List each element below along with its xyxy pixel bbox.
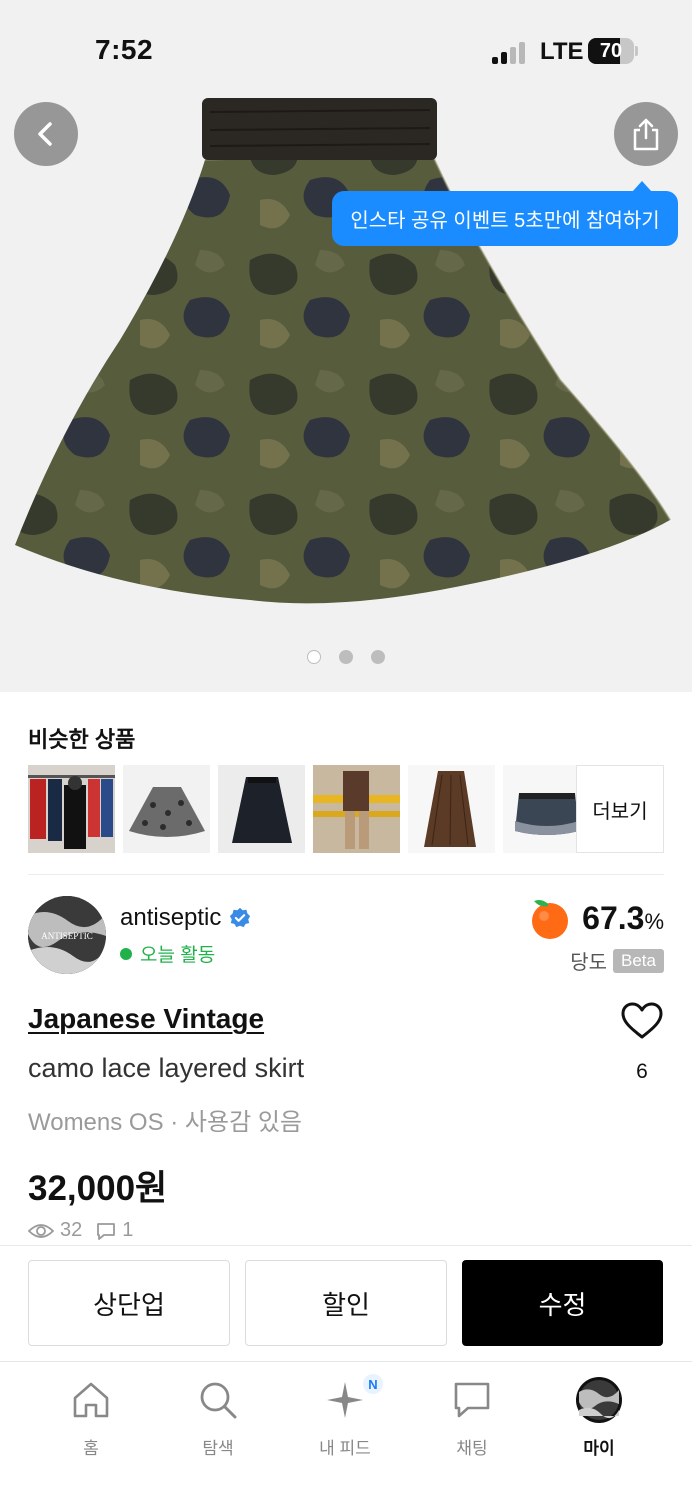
bump-label: 상단업 (93, 1289, 165, 1320)
sparkle-icon (327, 1382, 363, 1418)
tangerine-icon (532, 900, 569, 939)
comment-count: 1 (122, 1219, 134, 1241)
view-count: 32 (60, 1219, 83, 1241)
tab-label: 마이 (583, 1439, 615, 1458)
svg-text:ANTISEPTIC: ANTISEPTIC (41, 931, 93, 941)
tab-label: 홈 (83, 1439, 99, 1458)
seller-name: antiseptic (120, 904, 222, 931)
sweetness-value: 67.3 (582, 899, 645, 936)
brand-link[interactable]: Japanese Vintage (28, 1003, 264, 1035)
share-button[interactable] (614, 102, 678, 166)
clock: 7:52 (95, 34, 154, 65)
action-bar: 상단업 할인 수정 (0, 1245, 692, 1361)
carousel-dot (371, 650, 385, 664)
sweetness-value-wrap: 67.3% (582, 900, 664, 937)
status-bar: 7:52 LTE 70 (0, 0, 692, 100)
share-icon (633, 118, 659, 151)
product-title: camo lace layered skirt (28, 1053, 305, 1083)
product-price: 32,000원 (28, 1169, 168, 1208)
product-stats: 32 1 (28, 1219, 133, 1242)
tab-label: 탐색 (202, 1439, 234, 1458)
tab-home[interactable]: 홈 (41, 1376, 141, 1459)
battery-icon: 70 (588, 38, 634, 64)
seller-name-row[interactable]: antiseptic (120, 904, 251, 932)
carousel-dot (307, 650, 321, 664)
tab-feed[interactable]: N 내 피드 (295, 1374, 395, 1459)
similar-product-thumbnail[interactable] (28, 765, 115, 853)
edit-button[interactable]: 수정 (462, 1260, 663, 1346)
battery-level: 70 (599, 40, 623, 62)
bump-button[interactable]: 상단업 (28, 1260, 230, 1346)
sweetness-rating[interactable]: 67.3% 당도 Beta (528, 896, 664, 975)
activity-status: 오늘 활동 (120, 940, 215, 967)
similar-product-thumbnail[interactable] (123, 765, 210, 853)
product-image (15, 98, 671, 604)
similar-product-thumbnail[interactable] (408, 765, 495, 853)
avatar-icon (576, 1377, 622, 1423)
more-similar-button[interactable]: 더보기 (576, 765, 664, 853)
seller-avatar[interactable]: ANTISEPTIC (28, 896, 106, 974)
online-dot (120, 947, 132, 960)
similar-products-title: 비슷한 상품 (28, 727, 136, 752)
verified-badge-icon (230, 907, 251, 928)
bottom-tab-bar: 홈 탐색 N 내 피드 채팅 마이 (0, 1361, 692, 1500)
like-count: 6 (636, 1060, 648, 1083)
sweetness-label: 당도 (570, 952, 608, 974)
heart-icon[interactable] (621, 1002, 663, 1040)
search-icon (200, 1382, 237, 1419)
tooltip-text: 인스타 공유 이벤트 5초만에 참여하기 (350, 210, 660, 232)
discount-button[interactable]: 할인 (245, 1260, 447, 1346)
carousel-dot (339, 650, 353, 664)
tab-chat[interactable]: 채팅 (422, 1376, 522, 1459)
network-label: LTE (540, 38, 584, 65)
product-meta: Womens OS · 사용감 있음 (28, 1109, 302, 1136)
divider (28, 874, 664, 875)
discount-label: 할인 (322, 1289, 370, 1320)
similar-products-list (28, 765, 590, 853)
similar-product-thumbnail[interactable] (313, 765, 400, 853)
home-icon (73, 1382, 109, 1418)
tab-label: 내 피드 (319, 1439, 371, 1458)
activity-label: 오늘 활동 (140, 945, 216, 966)
share-event-tooltip[interactable]: 인스타 공유 이벤트 5초만에 참여하기 (332, 181, 678, 246)
sweetness-unit: % (644, 908, 664, 934)
beta-badge: Beta (613, 948, 664, 973)
edit-label: 수정 (538, 1289, 587, 1320)
eye-icon (28, 1223, 54, 1238)
product-image-carousel[interactable]: 인스타 공유 이벤트 5초만에 참여하기 (0, 0, 692, 692)
tab-explore[interactable]: 탐색 (168, 1376, 268, 1459)
chat-icon (454, 1382, 490, 1418)
carousel-indicator (307, 650, 385, 664)
similar-product-thumbnail[interactable] (218, 765, 305, 853)
signal-icon (492, 42, 528, 64)
chevron-left-icon (38, 122, 52, 146)
tab-my[interactable]: 마이 (549, 1376, 649, 1459)
tab-label: 채팅 (456, 1439, 488, 1458)
more-label: 더보기 (592, 800, 648, 823)
new-badge: N (363, 1374, 383, 1394)
back-button[interactable] (14, 102, 78, 166)
comment-icon (97, 1222, 116, 1240)
